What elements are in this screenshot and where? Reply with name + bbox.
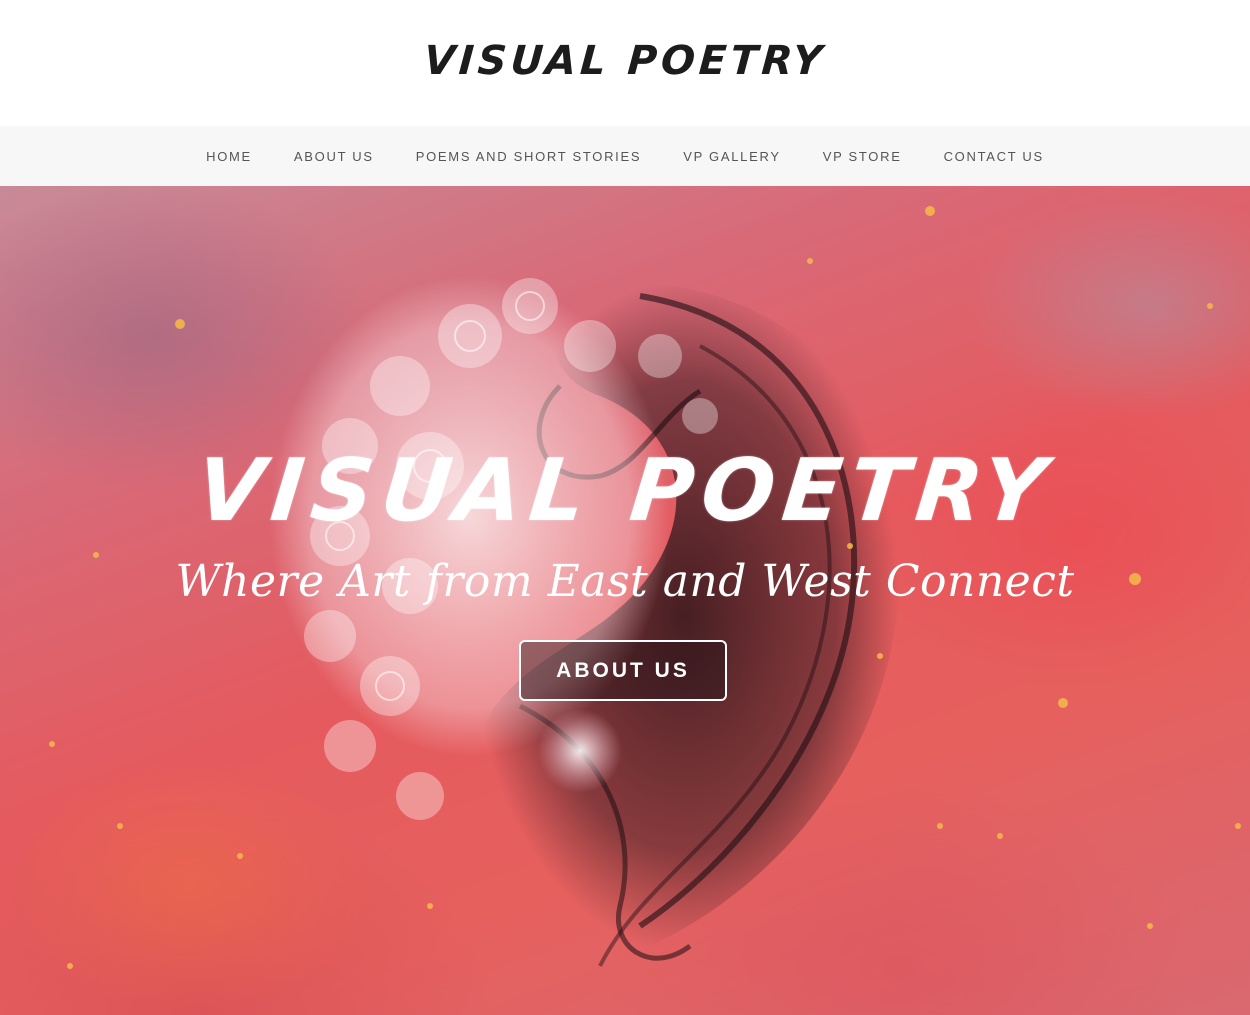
about-us-button[interactable]: ABOUT US [519,640,727,701]
nav-item-contact-us[interactable]: CONTACT US [944,149,1044,164]
hero-banner: VISUAL POETRY Where Art from East and We… [0,186,1250,1015]
hero-content: VISUAL POETRY Where Art from East and We… [0,186,1250,1015]
main-navigation: HOME ABOUT US POEMS AND SHORT STORIES VP… [0,126,1250,186]
hero-title: VISUAL POETRY [191,441,1059,541]
hero-subtitle: Where Art from East and West Connect [175,556,1075,607]
nav-item-about-us[interactable]: ABOUT US [294,149,374,164]
nav-item-vp-store[interactable]: VP STORE [823,149,902,164]
nav-item-home[interactable]: HOME [206,149,252,164]
nav-item-poems-and-short-stories[interactable]: POEMS AND SHORT STORIES [416,149,641,164]
nav-item-vp-gallery[interactable]: VP GALLERY [683,149,780,164]
site-header: VISUAL POETRY [0,0,1250,126]
site-logo[interactable]: VISUAL POETRY [423,38,828,84]
